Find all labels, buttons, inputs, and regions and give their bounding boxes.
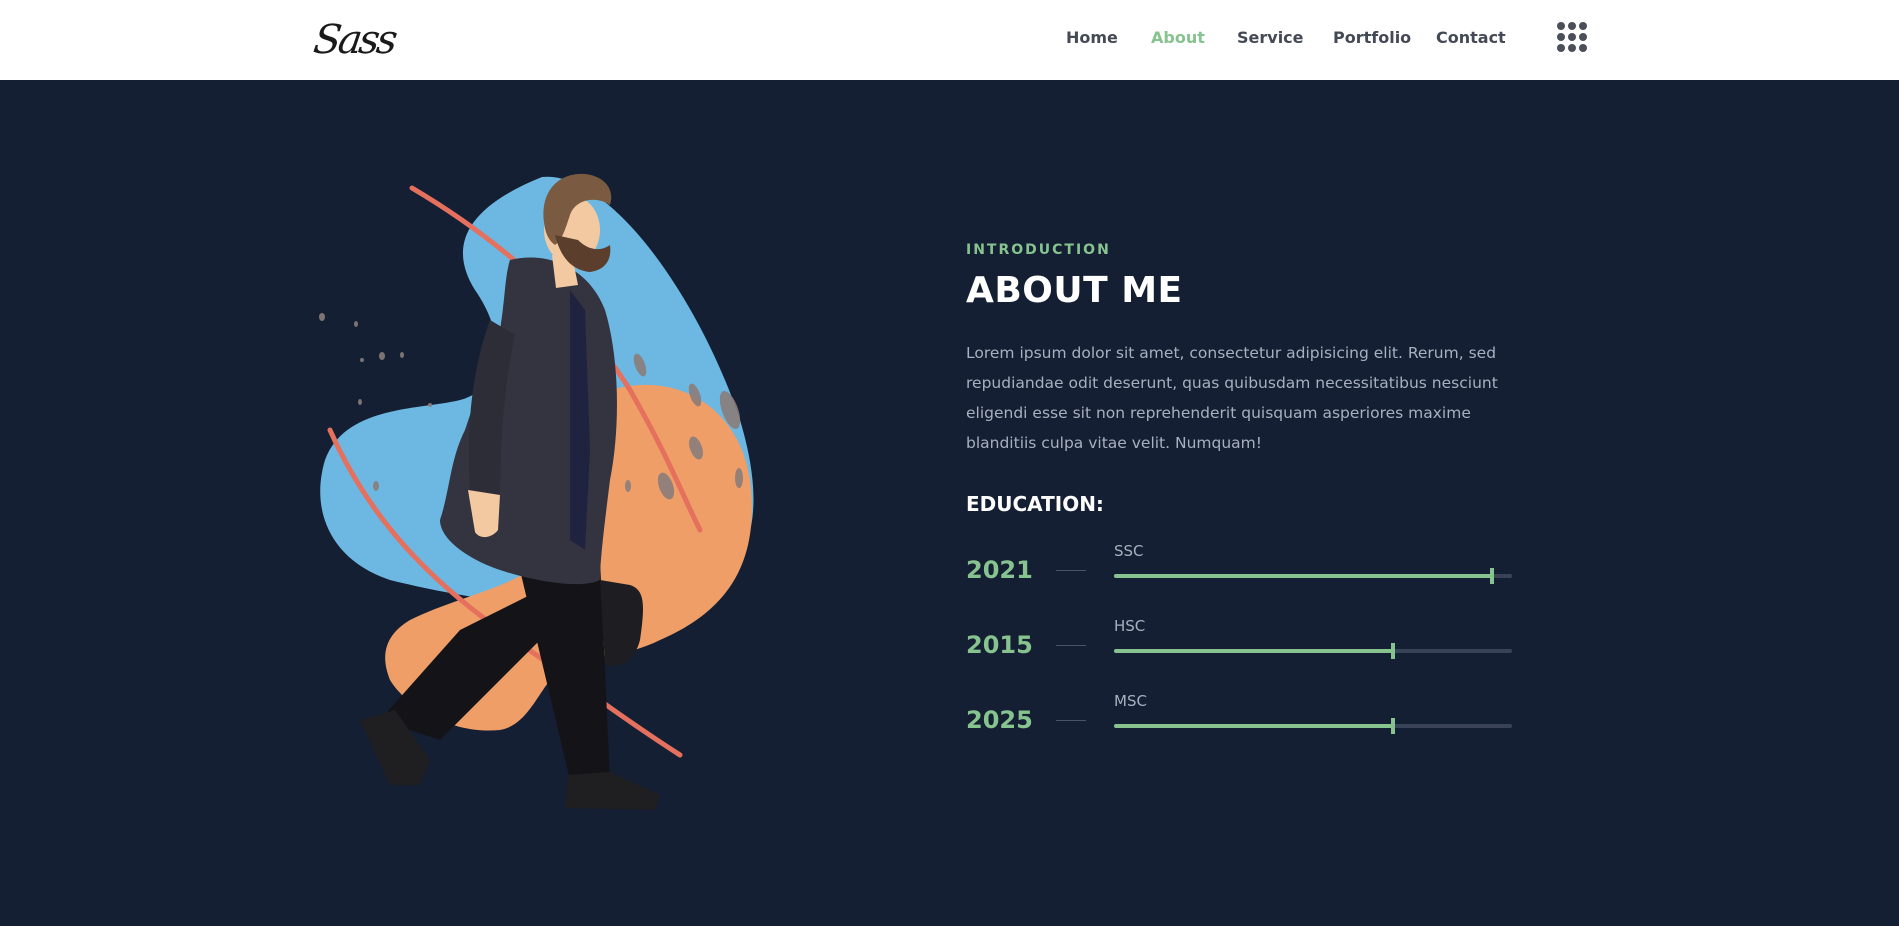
progress-fill bbox=[1114, 574, 1493, 578]
divider bbox=[1056, 570, 1086, 571]
site-header: Sass Home About Service Portfolio Contac… bbox=[0, 0, 1899, 80]
front-shoe bbox=[565, 772, 660, 810]
divider bbox=[1056, 720, 1086, 721]
education-year: 2021 bbox=[966, 556, 1033, 584]
nav-portfolio[interactable]: Portfolio bbox=[1333, 28, 1411, 47]
education-year: 2025 bbox=[966, 706, 1033, 734]
progress-knob bbox=[1390, 718, 1395, 734]
walking-man-illustration bbox=[319, 173, 754, 810]
education-label: MSC bbox=[1114, 692, 1147, 710]
progress-fill bbox=[1114, 649, 1393, 653]
progress-track bbox=[1114, 718, 1512, 734]
progress-track bbox=[1114, 568, 1512, 584]
divider bbox=[1056, 645, 1086, 646]
grid-icon[interactable] bbox=[1557, 22, 1587, 52]
education-item: 2015 HSC bbox=[966, 617, 1512, 681]
progress-knob bbox=[1490, 568, 1495, 584]
education-label: HSC bbox=[1114, 617, 1146, 635]
page-title: ABOUT ME bbox=[966, 270, 1183, 311]
education-title: EDUCATION: bbox=[966, 492, 1104, 516]
education-label: SSC bbox=[1114, 542, 1144, 560]
nav-contact[interactable]: Contact bbox=[1436, 28, 1506, 47]
progress-fill bbox=[1114, 724, 1393, 728]
site-logo[interactable]: Sass bbox=[310, 12, 398, 68]
progress-track bbox=[1114, 643, 1512, 659]
nav-service[interactable]: Service bbox=[1237, 28, 1304, 47]
section-eyebrow: INTRODUCTION bbox=[966, 242, 1111, 258]
nav-about[interactable]: About bbox=[1151, 28, 1205, 47]
education-item: 2025 MSC bbox=[966, 692, 1512, 756]
about-paragraph: Lorem ipsum dolor sit amet, consectetur … bbox=[966, 344, 1498, 452]
education-year: 2015 bbox=[966, 631, 1033, 659]
progress-knob bbox=[1390, 643, 1395, 659]
bag bbox=[600, 580, 643, 667]
nav-home[interactable]: Home bbox=[1066, 28, 1118, 47]
education-item: 2021 SSC bbox=[966, 542, 1512, 606]
